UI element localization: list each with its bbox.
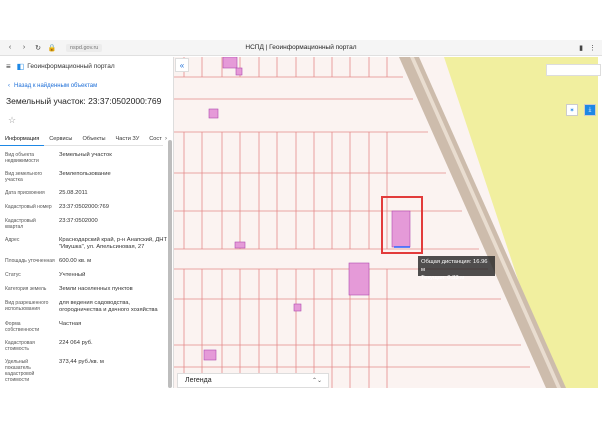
property-list: Вид объекта недвижимости Земельный участо…	[0, 146, 173, 383]
legend-label: Легенда	[185, 377, 212, 384]
tab-objects[interactable]: Объекты	[77, 134, 110, 146]
property-key: Статус	[5, 272, 21, 278]
property-key: Категория земель	[5, 286, 47, 292]
object-title: Земельный участок: 23:37:0502000:769	[6, 96, 162, 106]
browser-toolbar: ‹ › ↻ 🔒 nspd.gov.ru НСПД | Геоинформацио…	[0, 40, 602, 56]
property-value: 23:37:0502000	[59, 218, 98, 224]
property-row: Площадь уточненная 600.00 кв. м	[5, 258, 173, 265]
property-key: Дата присвоения	[5, 190, 45, 196]
property-key: Удельный показатель кадастровой стоимост…	[5, 359, 35, 383]
property-value: 373,44 руб./кв. м	[59, 359, 104, 365]
property-row: Статус Учтенный	[5, 272, 173, 279]
browser-actions: ▮ ⋮	[579, 44, 596, 52]
property-key: Адрес	[5, 237, 20, 243]
hamburger-icon[interactable]: ≡	[6, 62, 11, 71]
browser-nav: ‹ › ↻ 🔒	[6, 44, 57, 52]
property-value: Частная	[59, 321, 82, 327]
property-row: Дата присвоения 25.08.2011	[5, 190, 173, 197]
measure-current: Текущая: 0.33 м	[421, 275, 465, 281]
property-row: Вид разрешенного использования для ведени…	[5, 300, 173, 314]
legend-dropdown[interactable]: Легенда ⌃⌄	[177, 373, 329, 388]
property-value: Земли населенных пунктов	[59, 286, 133, 292]
property-key: Площадь уточненная	[5, 258, 55, 264]
measure-tooltip: Общая дистанция: 16.96 м Текущая: 0.33 м	[418, 256, 495, 281]
property-row: Форма собственности Частная	[5, 321, 173, 333]
cadastral-map	[174, 57, 598, 388]
back-link-label: Назад к найденным объектам	[14, 83, 98, 89]
property-key: Кадастровая стоимость	[5, 340, 35, 352]
panel-scrollbar[interactable]	[168, 140, 172, 388]
property-value: 600.00 кв. м	[59, 258, 92, 264]
tab-information[interactable]: Информация	[0, 134, 45, 146]
property-row: Адрес Краснодарский край, р-н Анапский, Д…	[5, 237, 173, 251]
property-value: Учтенный	[59, 272, 86, 278]
property-row: Удельный показатель кадастровой стоимост…	[5, 359, 173, 383]
property-row: Кадастровая стоимость 224 064 руб.	[5, 340, 173, 352]
property-key: Вид объекта недвижимости	[5, 152, 39, 164]
back-to-results-link[interactable]: ‹ Назад к найденным объектам	[0, 75, 173, 89]
property-key: Кадастровый квартал	[5, 218, 36, 230]
reload-icon[interactable]: ↻	[34, 44, 42, 52]
menu-icon[interactable]: ⋮	[589, 44, 596, 52]
property-row: Вид объекта недвижимости Земельный участо…	[5, 152, 173, 164]
favorite-star-icon[interactable]: ☆	[0, 106, 173, 126]
property-row: Кадастровый номер 23:37:0502000:769	[5, 204, 173, 211]
lock-icon: 🔒	[47, 44, 57, 52]
portal-logo-icon: ◧	[16, 61, 25, 71]
tab-parts[interactable]: Части ЗУ	[111, 134, 145, 146]
property-value: для ведения садоводства, огородничества …	[59, 300, 158, 313]
property-value: 224 064 руб.	[59, 340, 93, 346]
map-search-box[interactable]	[546, 64, 601, 76]
property-row: Кадастровый квартал 23:37:0502000	[5, 218, 173, 230]
chevron-updown-icon: ⌃⌄	[311, 378, 322, 384]
property-value: Земельный участок	[59, 152, 112, 158]
property-row: Вид земельного участка Землепользование	[5, 171, 173, 183]
map-canvas[interactable]	[174, 57, 598, 388]
forward-icon[interactable]: ›	[20, 44, 28, 52]
back-icon[interactable]: ‹	[6, 44, 14, 52]
property-row: Категория земель Земли населенных пунктов	[5, 286, 173, 293]
property-value: Землепользование	[59, 171, 111, 177]
chevron-left-icon: ‹	[8, 83, 10, 89]
ruler-tool-icon[interactable]: ✶	[566, 104, 578, 116]
measure-total: Общая дистанция: 16.96 м	[421, 259, 488, 273]
app-header: ≡ ◧ Геоинформационный портал	[0, 57, 173, 75]
object-info-panel: ≡ ◧ Геоинформационный портал ‹ Назад к на…	[0, 57, 174, 388]
property-key: Форма собственности	[5, 321, 40, 333]
tab-services[interactable]: Сервисы	[44, 134, 77, 146]
bookmark-icon[interactable]: ▮	[579, 44, 583, 52]
property-value: 25.08.2011	[59, 190, 88, 196]
property-key: Вид земельного участка	[5, 171, 43, 183]
collapse-panel-button[interactable]: «	[175, 58, 189, 72]
download-icon[interactable]: ⤓	[584, 104, 596, 116]
property-key: Вид разрешенного использования	[5, 300, 49, 312]
info-tabs: Информация Сервисы Объекты Части ЗУ Сост…	[0, 134, 173, 146]
property-value: Краснодарский край, р-н Анапский, ДНТ "И…	[59, 237, 167, 250]
app-title: Геоинформационный портал	[27, 62, 115, 70]
address-bar[interactable]: nspd.gov.ru	[66, 43, 103, 52]
property-key: Кадастровый номер	[5, 204, 52, 210]
property-value: 23:37:0502000:769	[59, 204, 109, 210]
screenshot-frame: ‹ › ↻ 🔒 nspd.gov.ru НСПД | Геоинформацио…	[0, 0, 602, 433]
